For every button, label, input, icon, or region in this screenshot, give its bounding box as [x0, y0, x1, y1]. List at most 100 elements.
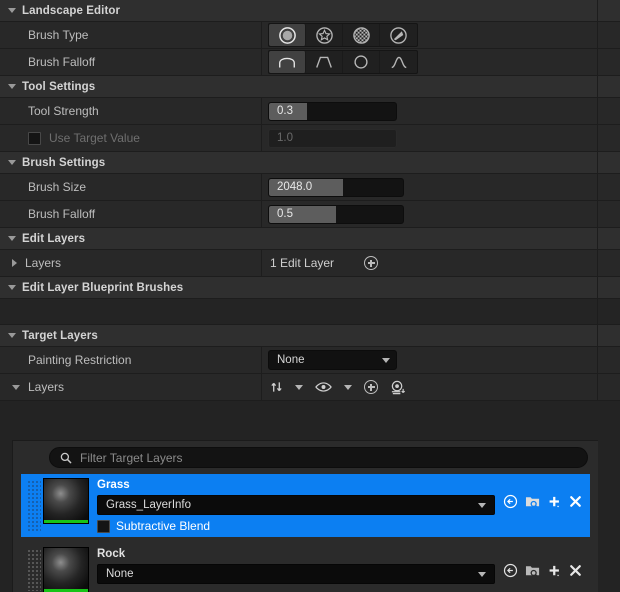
target-layers-layers-label-wrap: Layers [0, 374, 262, 400]
tool-settings-title: Tool Settings [22, 80, 96, 93]
use-target-value-slider[interactable]: 1.0 [268, 128, 397, 148]
brush-falloff-label: Brush Falloff [0, 201, 262, 227]
material-sphere-thumbnail[interactable] [43, 478, 89, 524]
section-header-edit-layer-blueprint-brushes[interactable]: Edit Layer Blueprint Brushes [0, 277, 620, 299]
section-header-edit-layers[interactable]: Edit Layers [0, 228, 620, 250]
brush-falloff-type-label: Brush Falloff [0, 49, 262, 75]
column-divider [597, 374, 598, 400]
use-target-value-label-wrap: Use Target Value [0, 125, 262, 151]
smooth-falloff-icon[interactable] [269, 51, 306, 73]
brush-settings-title: Brush Settings [22, 156, 106, 169]
painting-restriction-combo[interactable]: None [268, 350, 397, 370]
column-divider [597, 125, 598, 151]
subtractive-blend-checkbox[interactable] [97, 519, 110, 533]
edit-layers-layers-label-wrap: Layers [0, 250, 262, 276]
layer-info-value: None [106, 568, 134, 580]
browse-asset-icon[interactable] [525, 494, 541, 509]
pattern-brush-icon[interactable] [343, 24, 380, 46]
chevron-right-icon[interactable] [12, 259, 17, 267]
spherical-falloff-icon[interactable] [343, 51, 380, 73]
target-layer-name: Grass [97, 479, 130, 491]
create-layer-info-icon[interactable] [390, 380, 406, 395]
subtractive-blend-row: Subtractive Blend [97, 519, 495, 533]
row-brush-type: Brush Type [0, 22, 620, 49]
visibility-eye-icon[interactable] [315, 381, 332, 393]
painting-restriction-label: Painting Restriction [0, 347, 262, 373]
add-asset-icon[interactable] [548, 564, 562, 578]
drag-handle[interactable] [27, 480, 41, 531]
use-target-value-label: Use Target Value [49, 131, 140, 145]
section-header-brush-settings[interactable]: Brush Settings [0, 152, 620, 174]
target-layer-item-grass[interactable]: Grass Grass_LayerInfo Subtractive Blend [21, 474, 590, 537]
edit-layer-blueprint-brushes-title: Edit Layer Blueprint Brushes [22, 281, 184, 294]
chevron-down-icon [382, 357, 390, 363]
tip-falloff-icon[interactable] [380, 51, 417, 73]
edit-layers-layers-label: Layers [25, 256, 62, 270]
brush-size-label: Brush Size [0, 174, 262, 200]
sort-icon[interactable] [270, 380, 283, 394]
brush-falloff-slider[interactable]: 0.5 [268, 204, 404, 224]
row-edit-layers-layers: Layers 1 Edit Layer [0, 250, 620, 277]
target-layer-item-rock[interactable]: Rock None [21, 543, 590, 592]
row-brush-falloff-type: Brush Falloff [0, 49, 620, 76]
chevron-down-icon[interactable] [12, 384, 20, 390]
linear-falloff-icon[interactable] [306, 51, 343, 73]
column-divider [597, 174, 598, 200]
layer-info-combo[interactable]: Grass_LayerInfo [97, 495, 495, 515]
circle-brush-icon[interactable] [269, 24, 306, 46]
sort-dropdown-chevron-icon[interactable] [295, 384, 303, 390]
chevron-down-icon[interactable] [8, 8, 16, 13]
target-layers-layers-label: Layers [28, 380, 65, 394]
chevron-down-icon[interactable] [8, 84, 16, 89]
gizmo-brush-icon[interactable] [380, 24, 417, 46]
brush-type-label: Brush Type [0, 22, 262, 48]
chevron-down-icon[interactable] [8, 285, 16, 290]
chevron-down-icon[interactable] [8, 236, 16, 241]
row-tool-strength: Tool Strength 0.3 [0, 98, 620, 125]
revert-icon[interactable] [503, 563, 518, 578]
chevron-down-icon [478, 571, 486, 577]
use-target-value-value: 1.0 [277, 132, 293, 144]
material-sphere-thumbnail[interactable] [43, 547, 89, 592]
remove-layer-icon[interactable] [569, 564, 582, 577]
column-divider [597, 0, 598, 21]
brush-size-slider[interactable]: 2048.0 [268, 177, 404, 197]
filter-target-layers-input[interactable]: Filter Target Layers [80, 451, 183, 465]
edit-layers-title: Edit Layers [22, 232, 86, 245]
brush-type-group[interactable] [268, 23, 418, 47]
target-layers-title: Target Layers [22, 329, 98, 342]
column-divider [597, 325, 598, 346]
add-asset-icon[interactable] [548, 495, 562, 509]
plus-circle-icon[interactable] [364, 256, 379, 270]
column-divider [597, 76, 598, 97]
column-divider [597, 228, 598, 249]
revert-icon[interactable] [503, 494, 518, 509]
tool-strength-slider[interactable]: 0.3 [268, 101, 397, 121]
tool-strength-value: 0.3 [277, 105, 293, 117]
visibility-dropdown-chevron-icon[interactable] [344, 384, 352, 390]
chevron-down-icon[interactable] [8, 160, 16, 165]
section-header-target-layers[interactable]: Target Layers [0, 325, 620, 347]
remove-layer-icon[interactable] [569, 495, 582, 508]
row-brush-size: Brush Size 2048.0 [0, 174, 620, 201]
tool-strength-label: Tool Strength [0, 98, 262, 124]
layer-info-combo[interactable]: None [97, 564, 495, 584]
add-layer-plus-icon[interactable] [364, 380, 378, 394]
brush-falloff-group[interactable] [268, 50, 418, 74]
column-divider [597, 152, 598, 173]
edit-layer-count: 1 Edit Layer [270, 256, 335, 270]
brush-size-value: 2048.0 [277, 181, 313, 193]
target-layers-list-panel: Filter Target Layers Grass Grass_LayerIn… [12, 440, 598, 592]
layer-info-value: Grass_LayerInfo [106, 499, 192, 511]
row-brush-falloff: Brush Falloff 0.5 [0, 201, 620, 228]
chevron-down-icon[interactable] [8, 333, 16, 338]
alpha-brush-icon[interactable] [306, 24, 343, 46]
row-painting-restriction: Painting Restriction None [0, 347, 620, 374]
section-header-landscape-editor[interactable]: Landscape Editor [0, 0, 620, 22]
use-target-value-checkbox[interactable] [28, 131, 41, 145]
section-header-tool-settings[interactable]: Tool Settings [0, 76, 620, 98]
drag-handle[interactable] [27, 549, 41, 591]
filter-target-layers-box[interactable]: Filter Target Layers [49, 447, 588, 468]
browse-asset-icon[interactable] [525, 563, 541, 578]
column-divider [597, 277, 598, 298]
